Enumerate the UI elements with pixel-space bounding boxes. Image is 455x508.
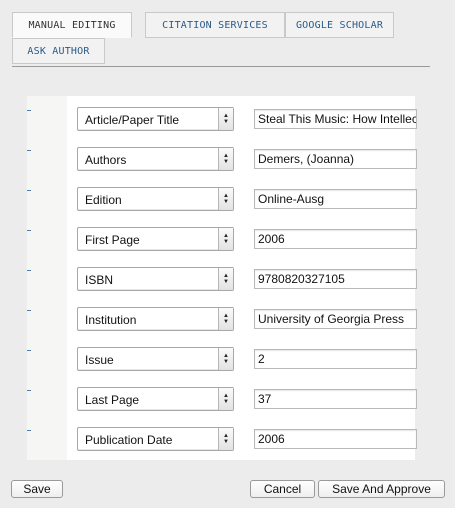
field-select[interactable]: Article/Paper Title ▲ ▼: [77, 107, 234, 131]
row-marker: [27, 110, 31, 111]
row-marker: [27, 350, 31, 351]
field-select[interactable]: Edition ▲ ▼: [77, 187, 234, 211]
tab-google-scholar[interactable]: GOOGLE SCHOLAR: [285, 12, 394, 38]
tab-bar: MANUAL EDITING CITATION SERVICES GOOGLE …: [12, 12, 430, 67]
chevron-updown-icon: ▲ ▼: [218, 388, 233, 410]
save-button[interactable]: Save: [11, 480, 63, 498]
field-value-input[interactable]: Online-Ausg: [254, 189, 417, 209]
field-value-input[interactable]: Steal This Music: How Intellect: [254, 109, 417, 129]
field-select-label: ISBN: [85, 273, 114, 287]
chevron-updown-icon: ▲ ▼: [218, 228, 233, 250]
row-marker: [27, 390, 31, 391]
field-select-label: Edition: [85, 193, 122, 207]
chevron-updown-icon: ▲ ▼: [218, 428, 233, 450]
field-select[interactable]: Publication Date ▲ ▼: [77, 427, 234, 451]
row-marker: [27, 310, 31, 311]
row-marker: [27, 430, 31, 431]
field-select[interactable]: Institution ▲ ▼: [77, 307, 234, 331]
field-value-input[interactable]: 2006: [254, 229, 417, 249]
field-value-input[interactable]: 2006: [254, 429, 417, 449]
field-value-input[interactable]: 37: [254, 389, 417, 409]
chevron-updown-icon: ▲ ▼: [218, 108, 233, 130]
row-marker: [27, 150, 31, 151]
field-select-label: Issue: [85, 353, 114, 367]
tab-manual-editing[interactable]: MANUAL EDITING: [12, 12, 132, 38]
field-select-label: Article/Paper Title: [85, 113, 180, 127]
chevron-updown-icon: ▲ ▼: [218, 268, 233, 290]
field-value-input[interactable]: University of Georgia Press: [254, 309, 417, 329]
tab-ask-author[interactable]: ASK AUTHOR: [12, 38, 105, 64]
row-marker: [27, 270, 31, 271]
chevron-updown-icon: ▲ ▼: [218, 348, 233, 370]
chevron-updown-icon: ▲ ▼: [218, 188, 233, 210]
tab-citation-services[interactable]: CITATION SERVICES: [145, 12, 285, 38]
field-select[interactable]: First Page ▲ ▼: [77, 227, 234, 251]
tab-divider: [12, 66, 430, 67]
cancel-button[interactable]: Cancel: [250, 480, 315, 498]
field-select-label: Publication Date: [85, 433, 173, 447]
field-select[interactable]: Last Page ▲ ▼: [77, 387, 234, 411]
field-select-label: Authors: [85, 153, 127, 167]
chevron-updown-icon: ▲ ▼: [218, 308, 233, 330]
field-select-label: Institution: [85, 313, 137, 327]
field-select[interactable]: Authors ▲ ▼: [77, 147, 234, 171]
chevron-updown-icon: ▲ ▼: [218, 148, 233, 170]
field-select-label: First Page: [85, 233, 140, 247]
field-value-input[interactable]: 2: [254, 349, 417, 369]
field-select[interactable]: ISBN ▲ ▼: [77, 267, 234, 291]
field-value-input[interactable]: Demers, (Joanna): [254, 149, 417, 169]
field-select-label: Last Page: [85, 393, 140, 407]
save-and-approve-button[interactable]: Save And Approve: [318, 480, 445, 498]
row-marker: [27, 230, 31, 231]
field-value-input[interactable]: 9780820327105: [254, 269, 417, 289]
row-marker: [27, 190, 31, 191]
field-select[interactable]: Issue ▲ ▼: [77, 347, 234, 371]
